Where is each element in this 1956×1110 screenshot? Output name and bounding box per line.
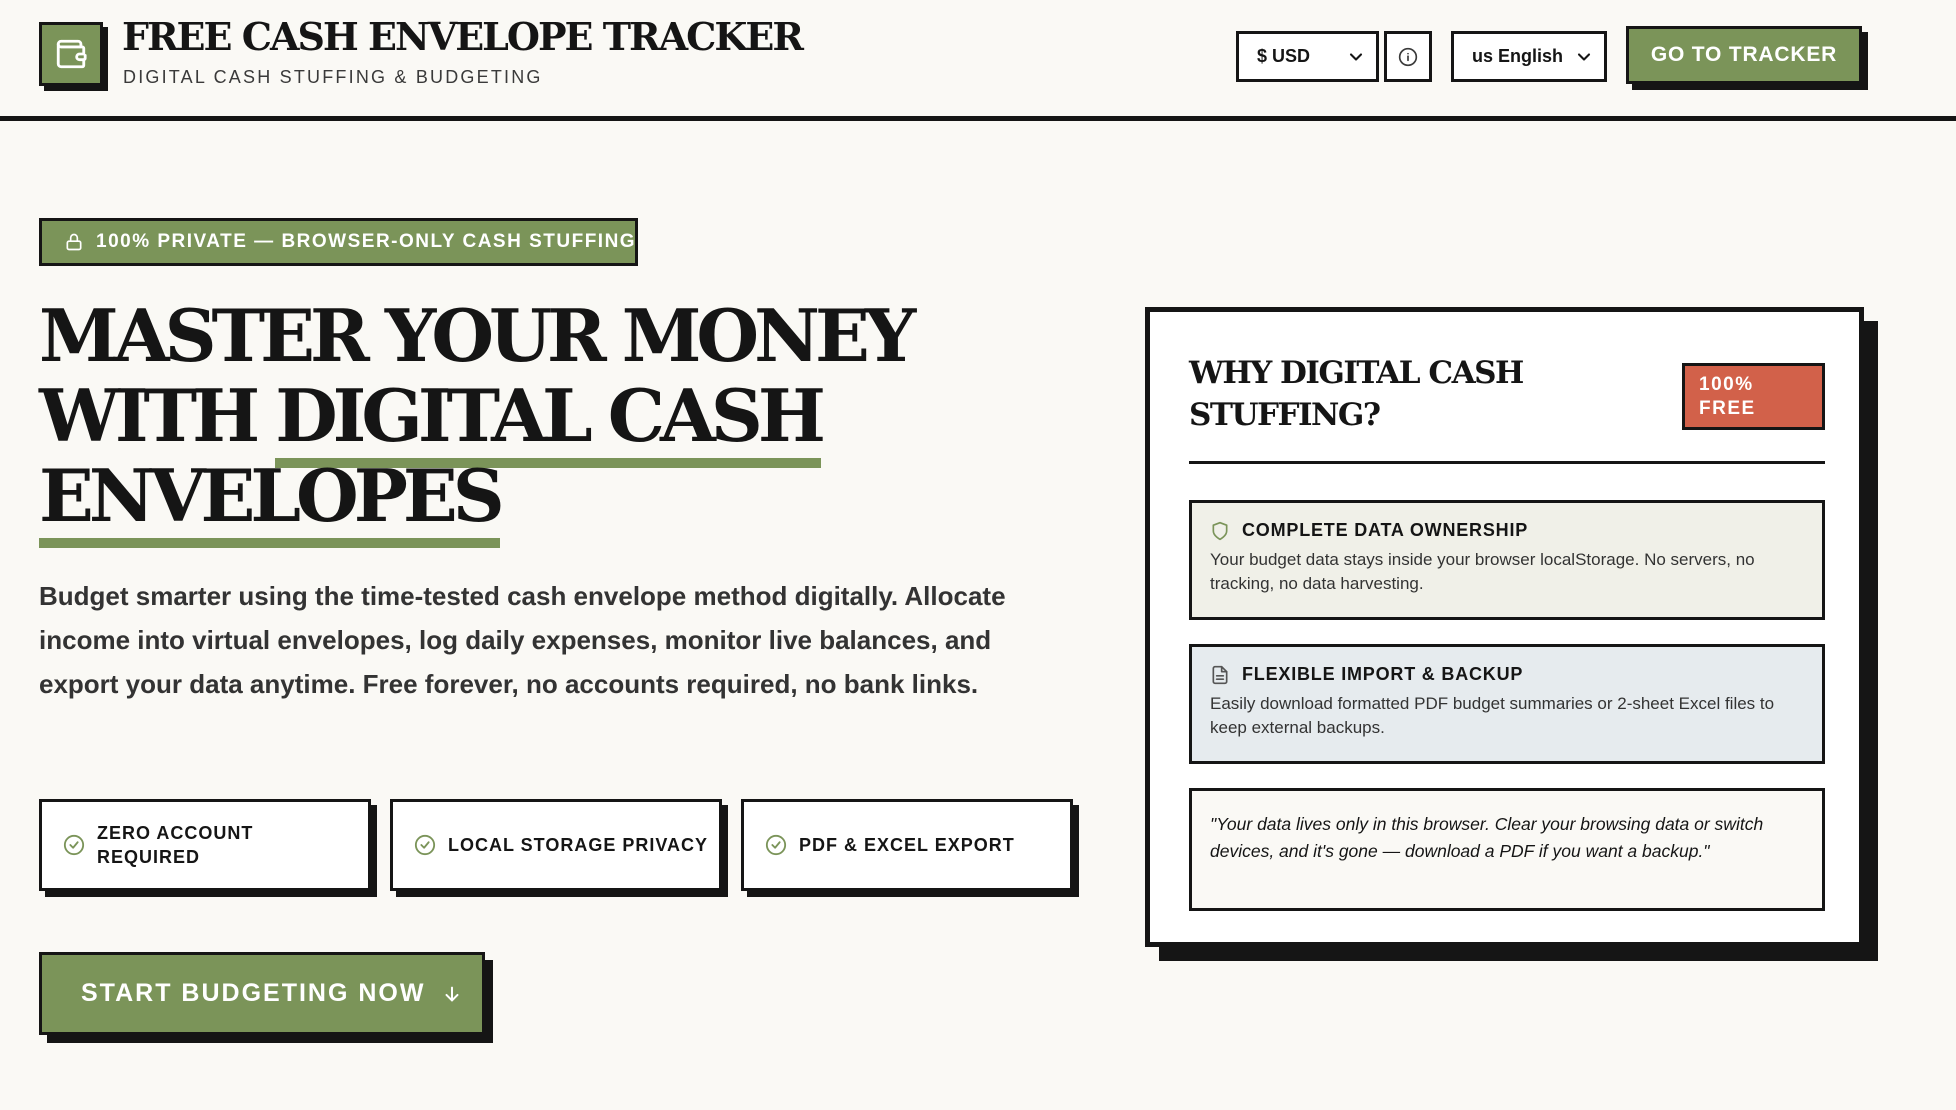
backup-card-title: FLEXIBLE IMPORT & BACKUP (1242, 664, 1524, 684)
feature-chip-label: PDF & EXCEL EXPORT (799, 835, 1015, 855)
hero-title: MASTER YOUR MONEY WITH DIGITAL CASH ENVE… (39, 293, 1059, 548)
feature-chip-local-storage: LOCAL STORAGE PRIVACY (390, 799, 722, 891)
feature-chip-zero-account: ZERO ACCOUNT REQUIRED (39, 799, 371, 891)
logo[interactable] (39, 22, 103, 86)
privacy-badge-label: 100% PRIVATE — BROWSER-ONLY CASH STUFFIN… (96, 231, 637, 252)
shield-icon (1210, 521, 1230, 541)
go-to-tracker-button[interactable]: GO TO TRACKER (1626, 26, 1862, 84)
currency-select[interactable]: $ USD (1236, 31, 1379, 82)
backup-card-body: Easily download formatted PDF budget sum… (1210, 694, 1775, 737)
currency-select-value: $ USD (1257, 46, 1311, 66)
language-select-value: us English (1472, 46, 1564, 66)
hero-description: Budget smarter using the time-tested cas… (39, 581, 1006, 699)
check-circle-icon (765, 834, 787, 856)
storage-warning-quote: "Your data lives only in this browser. C… (1189, 788, 1825, 911)
chevron-down-icon (1574, 47, 1594, 72)
site-header: FREE CASH ENVELOPE TRACKER DIGITAL CASH … (0, 0, 1956, 121)
chevron-down-icon (1346, 47, 1366, 72)
free-badge-label: 100% FREE (1699, 374, 1756, 419)
ownership-card-body: Your budget data stays inside your brows… (1210, 550, 1755, 593)
info-button[interactable] (1384, 31, 1432, 82)
site-subtitle: DIGITAL CASH STUFFING & BUDGETING (123, 67, 543, 87)
check-circle-icon (63, 834, 85, 856)
why-panel: WHY DIGITAL CASH STUFFING? 100% FREE COM… (1145, 307, 1864, 947)
site-title: FREE CASH ENVELOPE TRACKER (122, 14, 804, 59)
why-panel-title: WHY DIGITAL CASH STUFFING? (1189, 355, 1524, 433)
info-icon (1398, 47, 1418, 67)
privacy-badge: 100% PRIVATE — BROWSER-ONLY CASH STUFFIN… (39, 218, 638, 266)
start-budgeting-button[interactable]: START BUDGETING NOW (39, 952, 485, 1035)
lock-icon (64, 232, 84, 252)
start-budgeting-label: START BUDGETING NOW (81, 979, 426, 1007)
ownership-card: COMPLETE DATA OWNERSHIP Your budget data… (1189, 500, 1825, 620)
feature-chip-pdf-export: PDF & EXCEL EXPORT (741, 799, 1073, 891)
free-badge: 100% FREE (1682, 363, 1825, 430)
backup-card: FLEXIBLE IMPORT & BACKUP Easily download… (1189, 644, 1825, 764)
divider (1189, 461, 1825, 464)
feature-chip-label: ZERO ACCOUNT REQUIRED (97, 823, 254, 867)
hero-title-highlight-2: ENVELOPES (39, 453, 505, 548)
wallet-icon (54, 37, 88, 71)
feature-chip-label: LOCAL STORAGE PRIVACY (448, 835, 709, 855)
check-circle-icon (414, 834, 436, 856)
document-icon (1210, 665, 1230, 685)
hero-title-line2: WITH (39, 373, 276, 458)
hero-title-line1: MASTER YOUR MONEY (39, 293, 916, 378)
arrow-down-icon (441, 983, 463, 1005)
language-select[interactable]: us English (1451, 31, 1607, 82)
ownership-card-title: COMPLETE DATA OWNERSHIP (1242, 520, 1529, 540)
